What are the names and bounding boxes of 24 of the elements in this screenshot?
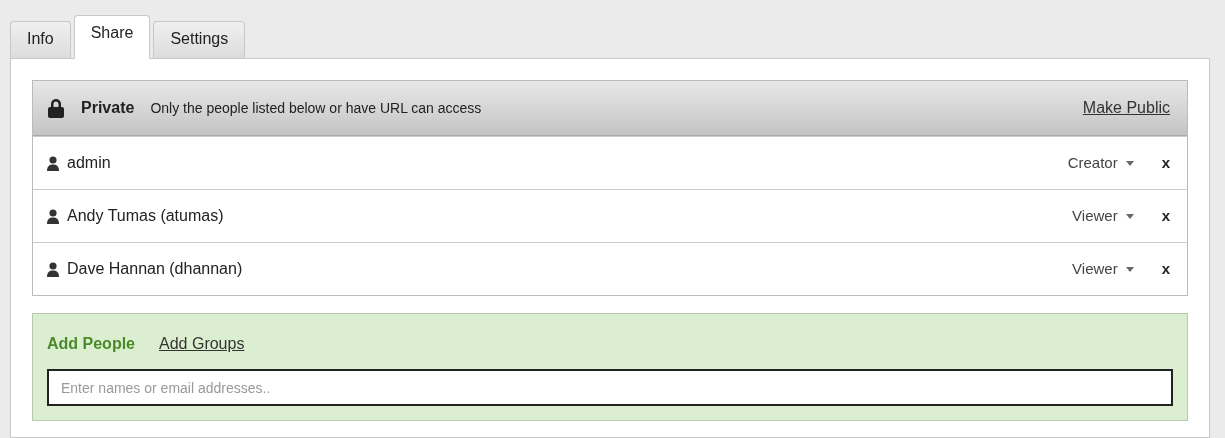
caret-icon <box>1125 160 1134 166</box>
people-input-field[interactable]: Enter names or email addresses.. <box>47 369 1173 406</box>
user-icon <box>47 261 59 277</box>
caret-icon <box>1125 213 1134 219</box>
person-name: admin <box>67 153 111 173</box>
access-title: Private <box>81 98 135 118</box>
caret-icon <box>1125 266 1134 272</box>
user-icon <box>47 155 59 171</box>
remove-button[interactable]: x <box>1161 151 1170 175</box>
role-dropdown[interactable]: Creator <box>1067 151 1134 175</box>
remove-button[interactable]: x <box>1161 204 1170 228</box>
lock-icon <box>47 98 65 118</box>
role-dropdown[interactable]: Viewer <box>1072 204 1134 228</box>
make-public-link[interactable]: Make Public <box>1082 96 1170 120</box>
person-name: Andy Tumas (atumas) <box>67 206 224 226</box>
user-icon <box>47 208 59 224</box>
mode-tab[interactable]: Add Groups <box>159 332 245 356</box>
remove-button[interactable]: x <box>1161 257 1170 281</box>
role-dropdown[interactable]: Viewer <box>1072 257 1134 281</box>
access-description: Only the people listed below or have URL can access <box>150 98 482 118</box>
tab[interactable]: Share <box>73 15 151 59</box>
person-name: Dave Hannan (dhannan) <box>67 259 243 279</box>
tab[interactable]: Info <box>10 21 71 58</box>
tab[interactable]: Settings <box>153 21 246 58</box>
